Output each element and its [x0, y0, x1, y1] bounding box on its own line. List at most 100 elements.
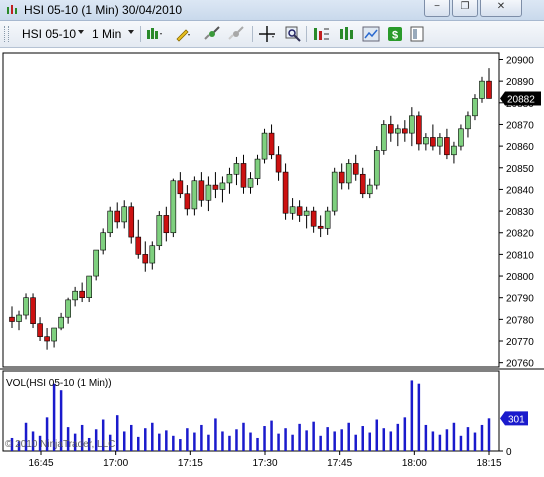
volume-bar	[235, 429, 238, 451]
candle-down	[79, 290, 85, 299]
volume-bar	[452, 422, 456, 451]
time-tick-label: 17:30	[252, 458, 277, 469]
volume-bar	[445, 429, 449, 451]
volume-bar	[333, 431, 336, 451]
price-chart[interactable]: 20760 20770 20780 20790 20800 20810 20820 20830…	[0, 47, 544, 477]
price-tick-label: 20890	[506, 77, 534, 88]
volume-bar	[144, 428, 147, 451]
candle-up	[170, 180, 177, 234]
close-button[interactable]: ✕	[480, 0, 522, 17]
volume-bar	[249, 432, 252, 451]
candle-up	[93, 249, 99, 277]
candle-up	[465, 115, 471, 130]
candle-up	[261, 132, 268, 160]
volume-bar	[326, 427, 329, 451]
volume-bar	[368, 432, 371, 451]
minimize-button[interactable]: −	[424, 0, 450, 17]
candle-down	[142, 254, 149, 264]
interval-selector[interactable]: 1 Min	[92, 27, 121, 41]
volume-bar	[165, 430, 168, 451]
candle-up	[226, 173, 233, 184]
volume-bar	[347, 422, 350, 451]
price-tick-label: 20840	[506, 185, 534, 196]
volume-bar	[221, 431, 224, 451]
toolbar-grip[interactable]	[4, 26, 9, 42]
instrument-selector[interactable]: HSI 05-10	[22, 27, 76, 41]
volume-bar	[403, 417, 407, 451]
candle-down	[268, 132, 275, 156]
candle-down	[212, 184, 219, 190]
volume-bar	[228, 435, 231, 451]
candle-up	[51, 327, 57, 342]
volume-bar	[410, 380, 414, 451]
data-box-icon[interactable]	[408, 25, 426, 43]
price-tick-label: 20780	[506, 315, 534, 326]
toolbar-separator	[140, 26, 141, 42]
price-panel[interactable]	[2, 52, 500, 368]
volume-bar	[431, 431, 435, 451]
crosshair-icon[interactable]	[258, 25, 276, 43]
volume-bar	[115, 415, 119, 451]
candle-down	[275, 154, 282, 173]
volume-bar	[130, 424, 133, 451]
candle-up	[423, 137, 429, 145]
bar-type-icon[interactable]	[146, 25, 164, 43]
candle-down	[177, 180, 184, 195]
zoom-in-icon[interactable]	[204, 25, 222, 43]
dollar-icon[interactable]: $	[386, 25, 404, 43]
chevron-down-icon[interactable]	[78, 30, 84, 34]
volume-tick-label: 0	[506, 447, 512, 458]
volume-bar	[186, 428, 189, 451]
volume-bar	[424, 424, 428, 451]
drawing-pencil-icon[interactable]	[174, 25, 192, 43]
candle-down	[338, 171, 345, 184]
volume-bar	[382, 428, 386, 451]
restore-button[interactable]: ❐	[452, 0, 478, 17]
candle-up	[16, 314, 22, 322]
candle-up	[72, 290, 78, 301]
candle-up	[58, 316, 64, 329]
candle-up	[254, 158, 261, 179]
candle-up	[191, 180, 198, 210]
candle-up	[23, 297, 29, 316]
magnifier-icon[interactable]	[284, 25, 302, 43]
time-tick-label: 17:45	[327, 458, 352, 469]
candle-down	[486, 80, 492, 99]
candle-down	[359, 173, 366, 195]
chart-app-icon	[7, 5, 17, 14]
volume-bar	[473, 432, 477, 451]
price-tick-label: 20800	[506, 272, 534, 283]
candle-down	[114, 210, 121, 223]
volume-bar	[256, 437, 259, 451]
zoom-out-icon[interactable]	[228, 25, 246, 43]
svg-text:$: $	[392, 30, 398, 42]
strategies-icon[interactable]	[312, 25, 330, 43]
candle-up	[458, 128, 464, 147]
volume-bar	[291, 434, 294, 451]
indicators-icon[interactable]	[338, 25, 356, 43]
chart-properties-icon[interactable]	[362, 25, 380, 43]
candle-up	[247, 178, 254, 188]
candle-up	[156, 215, 163, 247]
volume-bar	[137, 436, 140, 451]
volume-bar	[389, 431, 393, 451]
volume-bar	[207, 434, 210, 451]
price-tick-label: 20820	[506, 229, 534, 240]
candle-up	[373, 150, 380, 186]
candle-down	[30, 297, 36, 324]
candle-down	[163, 215, 170, 234]
candle-down	[184, 193, 191, 210]
window-title: HSI 05-10 (1 Min) 30/04/2010	[24, 3, 183, 17]
candle-up	[107, 210, 114, 234]
volume-bar	[312, 421, 315, 451]
volume-bar	[438, 434, 442, 451]
candle-up	[345, 163, 352, 184]
volume-bar	[466, 427, 470, 451]
volume-bar	[151, 422, 154, 451]
volume-bar	[122, 431, 126, 451]
candle-up	[303, 210, 310, 216]
candle-up	[395, 128, 401, 134]
volume-bar	[179, 439, 182, 451]
volume-bar	[277, 433, 280, 451]
chevron-down-icon[interactable]	[128, 30, 134, 34]
